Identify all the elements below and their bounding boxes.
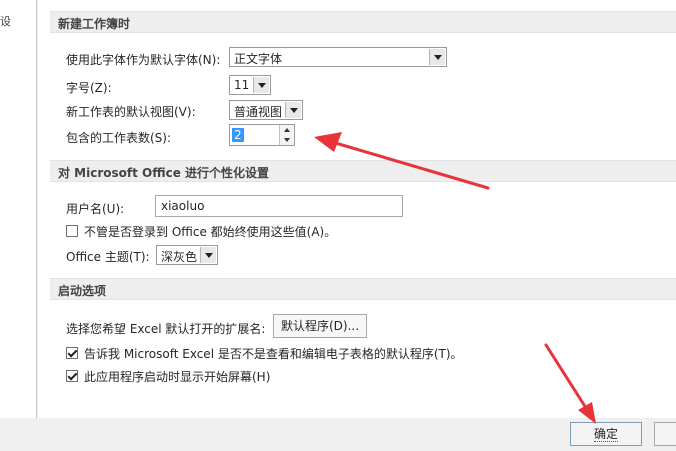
- left-navigation-pane: 设: [0, 0, 37, 418]
- section-title: 新建工作簿时: [58, 17, 131, 31]
- ok-button[interactable]: 确定: [570, 422, 642, 446]
- office-theme-select[interactable]: 深灰色: [156, 245, 218, 265]
- nav-item-partial[interactable]: 设: [0, 13, 11, 29]
- font-size-label: 字号(Z):: [66, 81, 112, 95]
- default-view-value: 普通视图: [234, 105, 283, 119]
- section-header-new-workbook: 新建工作簿时: [50, 11, 676, 33]
- section-title: 对 Microsoft Office 进行个性化设置: [58, 166, 270, 180]
- show-start-screen-label[interactable]: 此应用程序启动时显示开始屏幕(H): [84, 368, 270, 385]
- username-label: 用户名(U):: [66, 202, 125, 216]
- default-font-select[interactable]: 正文字体: [229, 47, 447, 67]
- office-theme-value: 深灰色: [161, 250, 198, 264]
- default-font-label: 使用此字体作为默认字体(N):: [66, 53, 221, 67]
- username-input[interactable]: xiaoluo: [155, 195, 403, 217]
- ok-button-label: 确定: [593, 427, 618, 442]
- tell-me-label[interactable]: 告诉我 Microsoft Excel 是否不是查看和编辑电子表格的默认程序(T…: [84, 345, 463, 362]
- section-header-startup: 启动选项: [50, 278, 676, 300]
- default-font-value: 正文字体: [234, 52, 283, 66]
- extensions-label: 选择您希望 Excel 默认打开的扩展名:: [66, 322, 266, 336]
- default-view-select[interactable]: 普通视图: [229, 100, 303, 120]
- sheet-count-value[interactable]: 2: [232, 128, 244, 142]
- always-use-checkbox[interactable]: [66, 225, 78, 237]
- cancel-button[interactable]: [654, 422, 676, 446]
- sheet-count-spinner[interactable]: 2: [229, 124, 295, 146]
- chevron-down-icon[interactable]: [429, 49, 445, 65]
- tell-me-checkbox[interactable]: [66, 347, 78, 359]
- sheet-count-label: 包含的工作表数(S):: [66, 131, 172, 145]
- section-header-personalize: 对 Microsoft Office 进行个性化设置: [50, 160, 676, 182]
- show-start-screen-checkbox[interactable]: [66, 370, 78, 382]
- default-programs-button[interactable]: 默认程序(D)...: [273, 314, 367, 338]
- options-content-panel: 新建工作簿时 使用此字体作为默认字体(N): 正文字体 字号(Z): 11 新工…: [38, 0, 676, 418]
- always-use-label[interactable]: 不管是否登录到 Office 都始终使用这些值(A)。: [84, 223, 336, 240]
- font-size-select[interactable]: 11: [229, 75, 271, 95]
- chevron-down-icon[interactable]: [285, 102, 301, 118]
- spin-down-icon[interactable]: [280, 135, 294, 145]
- font-size-value: 11: [234, 78, 250, 92]
- spinner-buttons: [279, 125, 294, 145]
- chevron-down-icon[interactable]: [200, 247, 216, 263]
- username-value: xiaoluo: [161, 199, 205, 213]
- section-title: 启动选项: [58, 284, 107, 298]
- default-view-label: 新工作表的默认视图(V):: [66, 105, 196, 119]
- chevron-down-icon[interactable]: [253, 77, 269, 93]
- office-theme-label: Office 主题(T):: [66, 250, 150, 264]
